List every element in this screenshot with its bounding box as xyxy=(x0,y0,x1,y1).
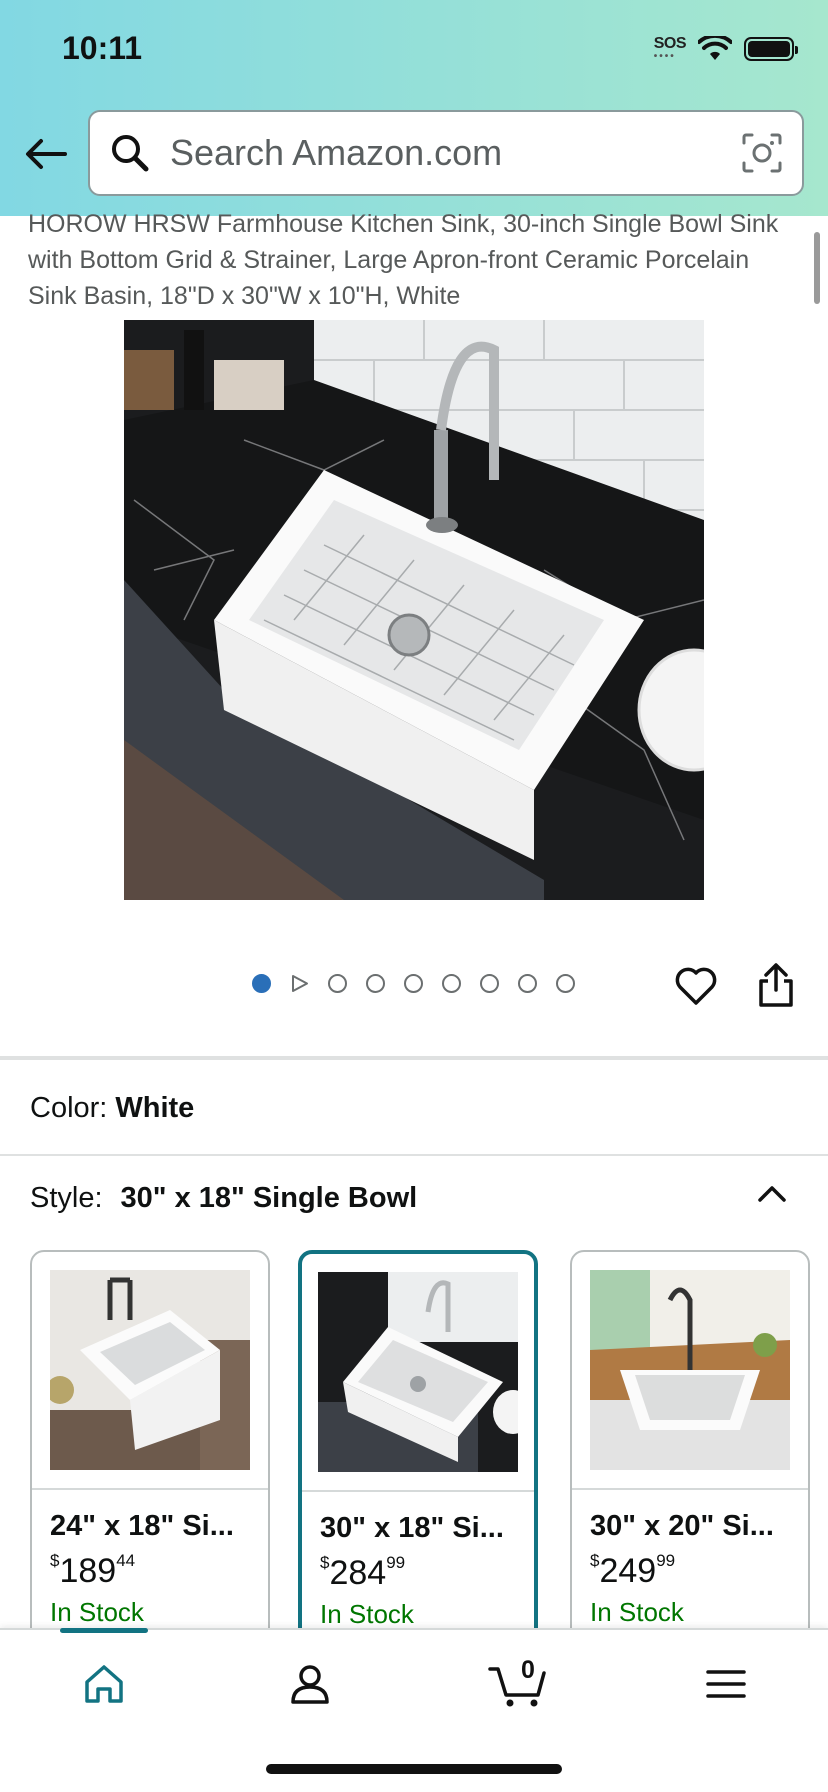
status-icons: SOS •••• xyxy=(653,35,798,62)
search-input[interactable] xyxy=(170,132,740,174)
price-dollars: 189 xyxy=(59,1552,117,1590)
carousel-dot[interactable] xyxy=(556,974,575,993)
style-swatches: 24" x 18" Si... $18944 In Stock 30" x 18… xyxy=(30,1250,828,1630)
chevron-up-icon[interactable] xyxy=(754,1176,790,1212)
nav-cart[interactable]: 0 xyxy=(488,1654,548,1714)
stock-status: In Stock xyxy=(320,1599,414,1629)
wishlist-heart-icon[interactable] xyxy=(674,964,718,1008)
stock-status: In Stock xyxy=(50,1597,144,1627)
wifi-icon xyxy=(698,36,732,60)
video-play-icon[interactable] xyxy=(290,974,309,993)
search-icon xyxy=(112,135,149,172)
color-value: White xyxy=(115,1092,195,1124)
nav-menu[interactable] xyxy=(696,1654,756,1714)
swatch-image xyxy=(318,1272,518,1472)
stock-status: In Stock xyxy=(590,1597,684,1627)
carousel-dot[interactable] xyxy=(442,974,461,993)
home-indicator[interactable] xyxy=(266,1764,562,1774)
nav-account[interactable] xyxy=(280,1654,340,1714)
price-dollars: 249 xyxy=(599,1552,657,1590)
style-option-30x20[interactable]: 30" x 20" Si... $24999 In Stock xyxy=(570,1250,810,1630)
style-selector: Style: 30" x 18" Single Bowl xyxy=(30,1182,417,1215)
back-arrow-icon xyxy=(26,139,67,169)
price-cents: 99 xyxy=(386,1553,406,1572)
account-icon xyxy=(291,1665,329,1704)
sos-label: SOS xyxy=(653,35,687,52)
swatch-name: 30" x 20" Si... xyxy=(590,1510,774,1542)
swatch-thumbnail xyxy=(572,1252,808,1490)
app-header: 10:11 SOS •••• xyxy=(0,0,828,216)
back-button[interactable] xyxy=(22,130,70,178)
product-title: HOROW HRSW Farmhouse Kitchen Sink, 30-in… xyxy=(28,210,779,310)
swatch-price: $18944 xyxy=(50,1551,268,1591)
carousel-dot[interactable] xyxy=(518,974,537,993)
color-selector: Color: White xyxy=(30,1092,194,1125)
search-bar[interactable] xyxy=(88,110,804,196)
price-cents: 44 xyxy=(116,1551,136,1570)
style-option-30x18[interactable]: 30" x 18" Si... $28499 In Stock xyxy=(298,1250,538,1630)
swatch-image xyxy=(50,1270,250,1470)
share-icon[interactable] xyxy=(756,962,796,1008)
carousel-dot[interactable] xyxy=(404,974,423,993)
cart-count: 0 xyxy=(521,1656,535,1684)
product-image[interactable] xyxy=(124,320,704,900)
camera-search-icon[interactable] xyxy=(740,131,784,175)
price-dollars: 284 xyxy=(329,1554,387,1592)
color-label: Color: xyxy=(30,1092,108,1124)
active-tab-indicator xyxy=(60,1628,148,1633)
sos-indicator: SOS •••• xyxy=(653,35,687,62)
style-option-24x18[interactable]: 24" x 18" Si... $18944 In Stock xyxy=(30,1250,270,1630)
swatch-price: $24999 xyxy=(590,1551,808,1591)
nav-home[interactable] xyxy=(74,1654,134,1714)
menu-icon xyxy=(706,1670,746,1698)
scrollbar[interactable] xyxy=(814,232,820,304)
divider xyxy=(0,1154,828,1156)
carousel-dot[interactable] xyxy=(366,974,385,993)
swatch-name: 30" x 18" Si... xyxy=(320,1512,504,1544)
carousel-dot-active[interactable] xyxy=(252,974,271,993)
carousel-dot[interactable] xyxy=(480,974,499,993)
battery-icon xyxy=(744,37,798,61)
status-time: 10:11 xyxy=(62,30,143,66)
section-divider xyxy=(0,1056,828,1060)
swatch-price: $28499 xyxy=(320,1553,534,1593)
style-label: Style: xyxy=(30,1182,103,1214)
image-carousel-dots[interactable] xyxy=(252,974,575,993)
swatch-thumbnail xyxy=(302,1254,534,1492)
swatch-thumbnail xyxy=(32,1252,268,1490)
swatch-image xyxy=(590,1270,790,1470)
sink-photo xyxy=(124,320,704,900)
style-value: 30" x 18" Single Bowl xyxy=(120,1182,418,1214)
carousel-dot[interactable] xyxy=(328,974,347,993)
swatch-name: 24" x 18" Si... xyxy=(50,1510,234,1542)
price-cents: 99 xyxy=(656,1551,676,1570)
home-icon xyxy=(85,1665,123,1703)
